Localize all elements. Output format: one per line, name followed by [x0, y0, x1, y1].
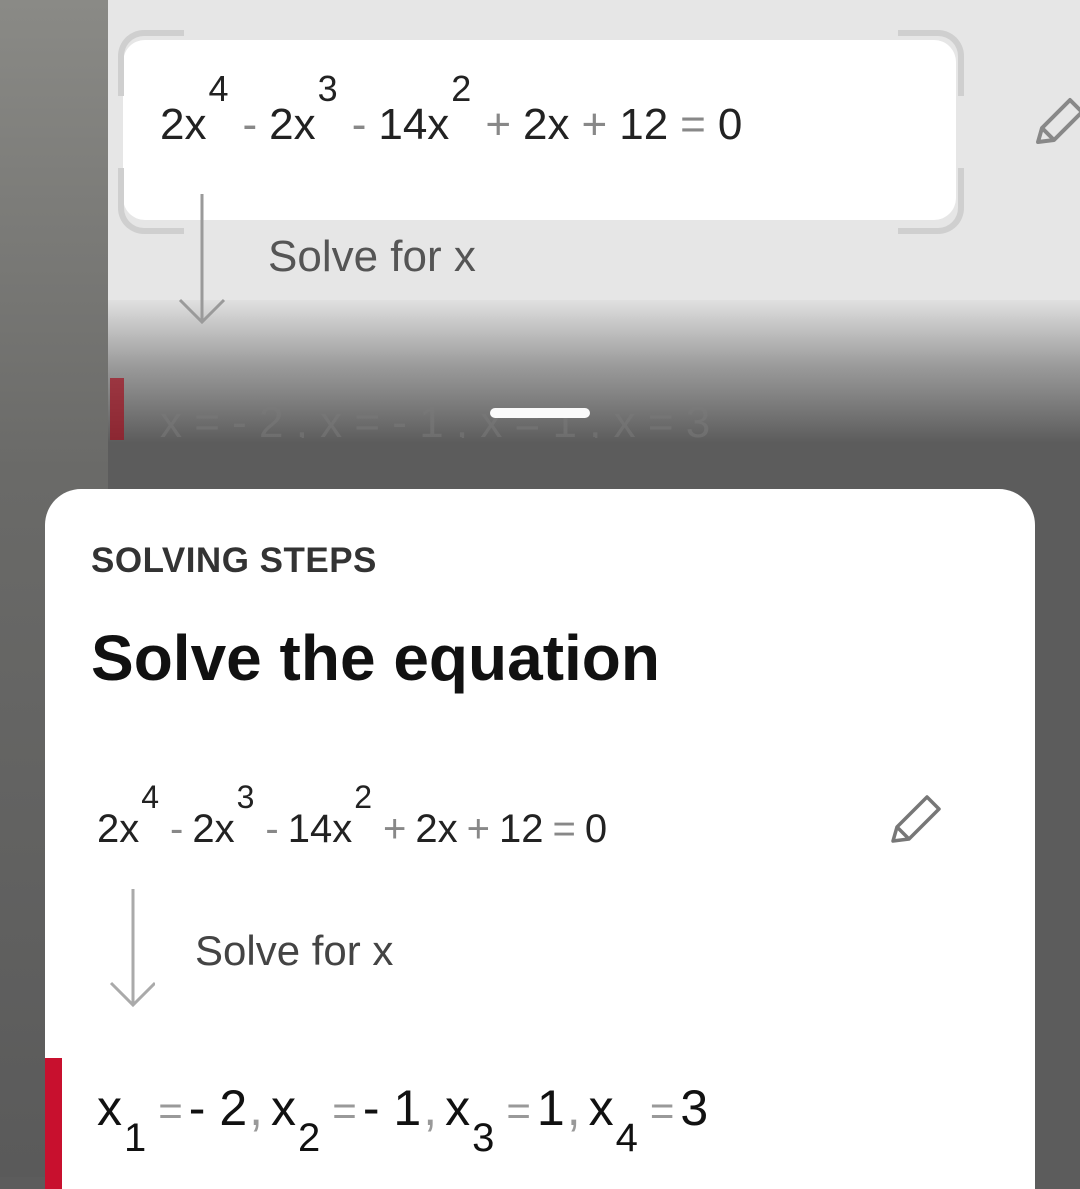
section-label: SOLVING STEPS [91, 541, 377, 580]
pencil-icon[interactable] [1030, 92, 1080, 152]
equation: 2x 4 -2x 3 -14x 2 +2x +12 = 0 [97, 779, 608, 851]
sheet-drag-handle[interactable] [490, 408, 590, 418]
crop-corner-top-right[interactable] [898, 30, 964, 96]
background-solve-label: Solve for x [268, 232, 476, 281]
sheet-title: Solve the equation [91, 622, 660, 694]
edit-pencil-icon[interactable] [885, 789, 947, 851]
down-arrow-icon [109, 889, 155, 1008]
crop-corner-top-left[interactable] [118, 30, 184, 96]
solve-for-label: Solve for x [195, 927, 394, 974]
background-equation: 2x 4 -2x 3 -14x 2 +2x +12 = 0 [160, 68, 743, 149]
down-arrow-icon [178, 194, 226, 325]
crop-corner-bottom-right[interactable] [898, 168, 964, 234]
background-partial-result: x = - 2 , x = - 1 , x = 1 , x = 3 [160, 398, 711, 438]
solution-result: x 1 = - 2, x 2 = - 1, x 3 = 1, x 4 = 3 [97, 1080, 709, 1160]
result-marker [45, 1058, 62, 1189]
solution-sheet: SOLVING STEPS Solve the equation 2x 4 -2x… [45, 489, 1035, 1189]
